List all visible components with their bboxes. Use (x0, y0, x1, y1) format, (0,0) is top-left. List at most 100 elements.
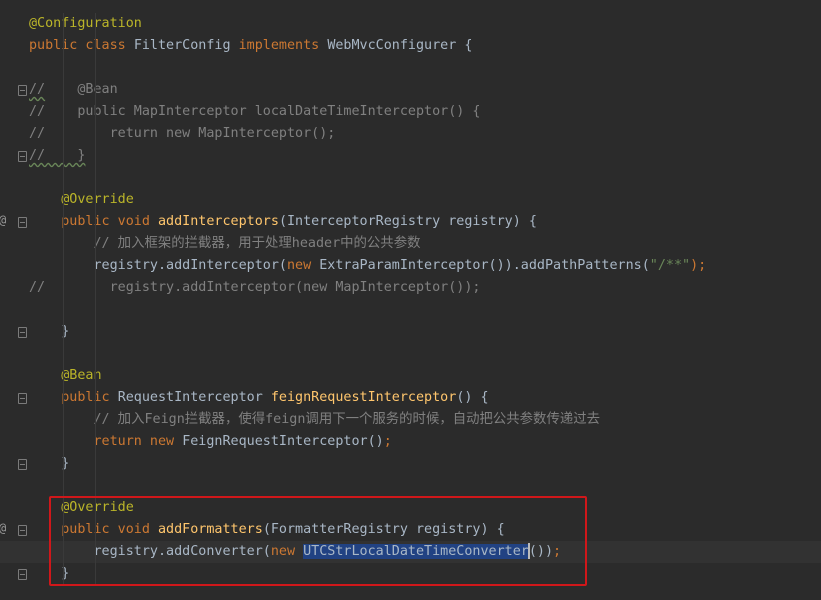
code-line[interactable]: @Override (29, 189, 821, 211)
fold-toggle-icon[interactable] (18, 151, 27, 162)
code-line[interactable]: @Bean (29, 365, 821, 387)
code-line[interactable]: // return new MapInterceptor(); (29, 123, 821, 145)
code-line[interactable] (29, 57, 821, 79)
code-token: // 加入框架的拦截器，用于处理header中的公共参数 (29, 236, 421, 251)
indent-guide (95, 167, 96, 189)
indent-guide (95, 145, 96, 167)
code-line[interactable]: // } (29, 145, 821, 167)
implement-method-icon[interactable]: @ (0, 521, 6, 535)
indent-guide (63, 343, 64, 365)
indent-guide (63, 299, 64, 321)
code-token: public void (29, 214, 158, 229)
code-line[interactable]: // public MapInterceptor localDateTimeIn… (29, 101, 821, 123)
indent-guide (63, 211, 64, 233)
fold-toggle-icon[interactable] (18, 459, 27, 470)
code-line[interactable] (29, 167, 821, 189)
code-token: ); (690, 258, 707, 273)
indent-guide (95, 211, 96, 233)
fold-toggle-icon[interactable] (18, 85, 27, 96)
indent-guide (63, 101, 64, 123)
indent-guide (63, 35, 64, 57)
code-token: // public MapInterceptor localDateTimeIn… (29, 104, 481, 119)
indent-guide (95, 189, 96, 211)
red-annotation-box (49, 496, 587, 586)
implement-method-icon[interactable]: @ (0, 213, 6, 227)
indent-guide (95, 299, 96, 321)
code-line[interactable]: registry.addInterceptor(new ExtraParamIn… (29, 255, 821, 277)
indent-guide (63, 453, 64, 475)
indent-guide (95, 321, 96, 343)
code-token: RequestInterceptor (117, 390, 271, 405)
code-token: // 加入Feign拦截器，使得feign调用下一个服务的时候，自动把公共参数传… (29, 412, 601, 427)
code-token: FilterConfig (133, 38, 239, 53)
fold-toggle-icon[interactable] (18, 393, 27, 404)
code-token: "/**" (649, 258, 691, 273)
indent-guide (95, 277, 96, 299)
code-token: // (29, 82, 46, 97)
code-token: @Bean (45, 82, 118, 97)
fold-toggle-icon[interactable] (18, 569, 27, 580)
code-line[interactable] (29, 343, 821, 365)
code-line[interactable]: // 加入框架的拦截器，用于处理header中的公共参数 (29, 233, 821, 255)
code-token: new (286, 258, 320, 273)
indent-guide (63, 145, 64, 167)
code-line[interactable]: public RequestInterceptor feignRequestIn… (29, 387, 821, 409)
indent-guide (63, 57, 64, 79)
code-token: () { (456, 390, 489, 405)
code-token: addInterceptors (158, 214, 279, 229)
indent-guide (95, 387, 96, 409)
indent-guide (95, 123, 96, 145)
code-token: @Bean (29, 368, 102, 383)
indent-guide (63, 277, 64, 299)
indent-guide (63, 409, 64, 431)
indent-guide (63, 387, 64, 409)
indent-guide (95, 233, 96, 255)
code-line[interactable]: // 加入Feign拦截器，使得feign调用下一个服务的时候，自动把公共参数传… (29, 409, 821, 431)
indent-guide (63, 123, 64, 145)
code-token: FeignRequestInterceptor() (182, 434, 384, 449)
code-token: // registry.addInterceptor(new MapInterc… (29, 280, 481, 295)
code-line[interactable]: } (29, 321, 821, 343)
code-line[interactable]: public class FilterConfig implements Web… (29, 35, 821, 57)
code-token: public class (29, 38, 134, 53)
code-line[interactable]: @Configuration (29, 13, 821, 35)
indent-guide (95, 475, 96, 497)
indent-guide (63, 79, 64, 101)
code-token: // return new MapInterceptor(); (29, 126, 336, 141)
indent-guide (63, 431, 64, 453)
code-line[interactable]: // @Bean (29, 79, 821, 101)
code-token: // } (29, 148, 86, 163)
indent-guide (63, 365, 64, 387)
code-line[interactable] (29, 475, 821, 497)
indent-guide (95, 35, 96, 57)
indent-guide (63, 475, 64, 497)
indent-guide (95, 343, 96, 365)
indent-guide (63, 233, 64, 255)
code-token: registry.addInterceptor( (29, 258, 287, 273)
indent-guide (95, 431, 96, 453)
code-token: (InterceptorRegistry registry) { (278, 214, 537, 229)
indent-guide (95, 453, 96, 475)
indent-guide (95, 57, 96, 79)
indent-guide (95, 79, 96, 101)
fold-toggle-icon[interactable] (18, 217, 27, 228)
indent-guide (95, 101, 96, 123)
code-token: ExtraParamInterceptor()).addPathPatterns… (319, 258, 650, 273)
indent-guide (63, 167, 64, 189)
code-line[interactable] (29, 299, 821, 321)
fold-toggle-icon[interactable] (18, 327, 27, 338)
indent-guide (63, 321, 64, 343)
indent-guide (63, 189, 64, 211)
code-line[interactable]: return new FeignRequestInterceptor(); (29, 431, 821, 453)
code-token: feignRequestInterceptor (270, 390, 457, 405)
code-line[interactable]: // registry.addInterceptor(new MapInterc… (29, 277, 821, 299)
code-line[interactable]: public void addInterceptors(InterceptorR… (29, 211, 821, 233)
indent-guide (95, 409, 96, 431)
indent-guide (63, 255, 64, 277)
fold-toggle-icon[interactable] (18, 525, 27, 536)
code-token: @Configuration (29, 16, 142, 31)
code-token: return new (29, 434, 183, 449)
code-token: ; (383, 434, 392, 449)
code-line[interactable]: } (29, 453, 821, 475)
code-token: implements (238, 38, 328, 53)
